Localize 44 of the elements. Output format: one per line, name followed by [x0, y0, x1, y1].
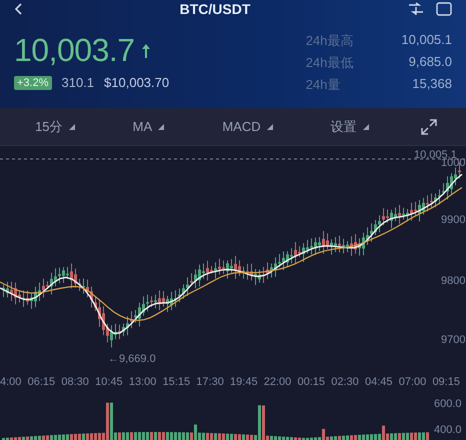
price-axis-label: 9700 — [441, 334, 466, 346]
time-axis-label: 07:00 — [398, 376, 426, 388]
time-axis-label: 15:15 — [162, 376, 190, 388]
time-axis-label: 4:00 — [0, 376, 22, 388]
stat-label: 24h最高 — [306, 32, 354, 50]
time-axis-label: 19:45 — [230, 376, 258, 388]
change-badge: +3.2% — [14, 76, 52, 90]
change-amount: 310.1 — [62, 75, 94, 90]
price-axis-label: 9900 — [441, 214, 466, 226]
time-axis-label: 04:45 — [364, 376, 392, 388]
time-axis-label: 13:00 — [128, 376, 156, 388]
back-icon[interactable] — [14, 3, 22, 15]
stat-value: 15,368 — [411, 76, 452, 93]
time-axis-label: 00:15 — [298, 376, 326, 388]
usd-price: $10,003.70 — [104, 75, 170, 90]
time-axis-label: 17:30 — [196, 376, 224, 388]
stat-value: 10,005.1 — [401, 32, 452, 49]
indicator-dropdown[interactable]: MA — [126, 115, 170, 138]
stat-label: 24h最低 — [306, 54, 354, 72]
indicator-dropdown[interactable]: 15分 — [29, 114, 81, 140]
current-price: 10,003.7 — [14, 32, 135, 69]
time-axis-label: 08:30 — [61, 376, 89, 388]
time-axis-label: 09:15 — [432, 376, 460, 388]
time-axis-label: 22:00 — [264, 376, 292, 388]
swap-icon[interactable] — [408, 2, 424, 16]
stat-value: 9,685.0 — [408, 54, 452, 71]
stat-label: 24h量 — [306, 76, 342, 94]
indicator-dropdown[interactable]: 设置 — [324, 114, 375, 140]
time-axis-label: 02:30 — [331, 376, 359, 388]
caret-icon — [362, 124, 369, 130]
pair-title: BTC/USDT — [180, 1, 250, 17]
volume-axis-label: 600.0 — [434, 398, 462, 410]
caret-icon — [158, 124, 164, 130]
low-price-marker: ←9,669.0 — [108, 353, 156, 365]
time-axis-label: 10:45 — [95, 376, 123, 388]
square-icon[interactable] — [436, 2, 452, 16]
fullscreen-icon[interactable] — [420, 118, 437, 134]
caret-icon — [68, 124, 75, 130]
up-arrow-icon — [140, 42, 151, 58]
volume-axis-label: 400.0 — [434, 424, 462, 436]
price-axis-label: 9800 — [441, 275, 466, 287]
caret-icon — [266, 124, 273, 130]
indicator-dropdown[interactable]: MACD — [216, 115, 279, 138]
time-axis-label: 06:15 — [28, 376, 56, 388]
